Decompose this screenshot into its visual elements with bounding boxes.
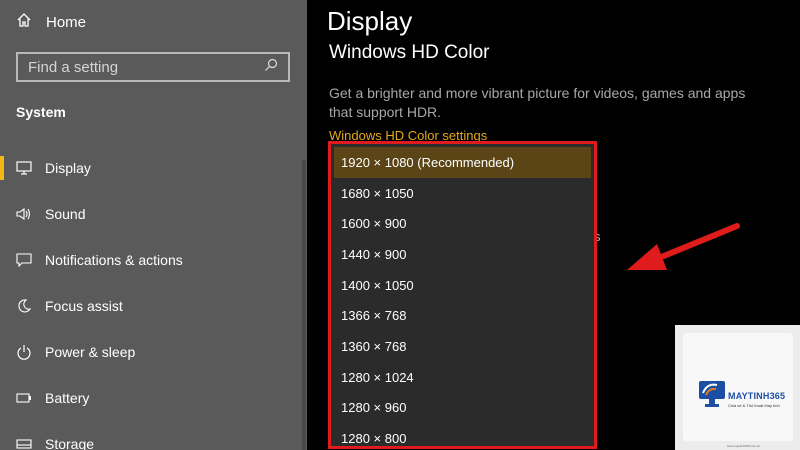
sidebar-item-label: Battery: [45, 390, 90, 406]
sidebar-item-display[interactable]: Display: [0, 148, 300, 188]
annotation-arrow-icon: [627, 223, 740, 270]
watermark-tagline: Chia sẻ & Thủ thuật Máy tính: [728, 403, 780, 408]
search-icon: [264, 58, 278, 76]
resolution-option[interactable]: 1440 × 900: [331, 239, 594, 270]
resolution-option[interactable]: 1400 × 1050: [331, 270, 594, 301]
sidebar: Home Find a setting System Display Sound…: [0, 0, 307, 450]
message-icon: [16, 252, 32, 268]
resolution-option[interactable]: 1366 × 768: [331, 300, 594, 331]
resolution-dropdown[interactable]: 1920 × 1080 (Recommended) 1680 × 1050 16…: [328, 141, 597, 449]
monitor-logo-icon: [699, 381, 725, 407]
storage-icon: [16, 436, 32, 450]
section-heading: Windows HD Color: [329, 42, 490, 63]
battery-icon: [16, 390, 32, 406]
home-icon: [16, 12, 32, 32]
sidebar-item-focus-assist[interactable]: Focus assist: [0, 286, 300, 326]
resolution-option[interactable]: 1680 × 1050: [331, 178, 594, 209]
speaker-icon: [16, 206, 32, 222]
resolution-option[interactable]: 1280 × 800: [331, 423, 594, 446]
resolution-option[interactable]: 1600 × 900: [331, 208, 594, 239]
sidebar-item-power-sleep[interactable]: Power & sleep: [0, 332, 300, 372]
sidebar-scrollbar[interactable]: [302, 160, 306, 450]
sidebar-item-label: Power & sleep: [45, 344, 136, 360]
resolution-option[interactable]: 1280 × 1024: [331, 362, 594, 393]
page-title: Display: [327, 6, 413, 36]
sidebar-item-sound[interactable]: Sound: [0, 194, 300, 234]
resolution-option[interactable]: 1360 × 768: [331, 331, 594, 362]
search-placeholder: Find a setting: [28, 58, 119, 76]
watermark-brand: MAYTINH365: [728, 391, 786, 401]
sidebar-item-label: Display: [45, 160, 91, 176]
monitor-icon: [16, 160, 32, 176]
sidebar-item-storage[interactable]: Storage: [0, 424, 300, 450]
sidebar-item-label: Focus assist: [45, 298, 123, 314]
sidebar-item-label: Notifications & actions: [45, 252, 183, 268]
hdr-description: Get a brighter and more vibrant picture …: [329, 85, 746, 120]
resolution-option[interactable]: 1280 × 960: [331, 393, 594, 424]
sidebar-item-notifications[interactable]: Notifications & actions: [0, 240, 300, 280]
sidebar-item-label: Storage: [45, 436, 95, 450]
watermark-footer: www.maytinh365.com.vn: [727, 444, 761, 448]
sidebar-item-battery[interactable]: Battery: [0, 378, 300, 418]
watermark-card: MAYTINH365 Chia sẻ & Thủ thuật Máy tính …: [683, 333, 793, 448]
search-input[interactable]: Find a setting: [16, 52, 290, 82]
home-link[interactable]: Home: [16, 10, 86, 34]
home-label: Home: [46, 13, 87, 31]
resolution-option[interactable]: 1920 × 1080 (Recommended): [334, 147, 591, 178]
watermark-logo: MAYTINH365 Chia sẻ & Thủ thuật Máy tính …: [675, 325, 800, 450]
section-title: System: [16, 104, 66, 120]
sidebar-item-label: Sound: [45, 206, 86, 222]
moon-icon: [16, 298, 32, 314]
power-icon: [16, 344, 32, 360]
